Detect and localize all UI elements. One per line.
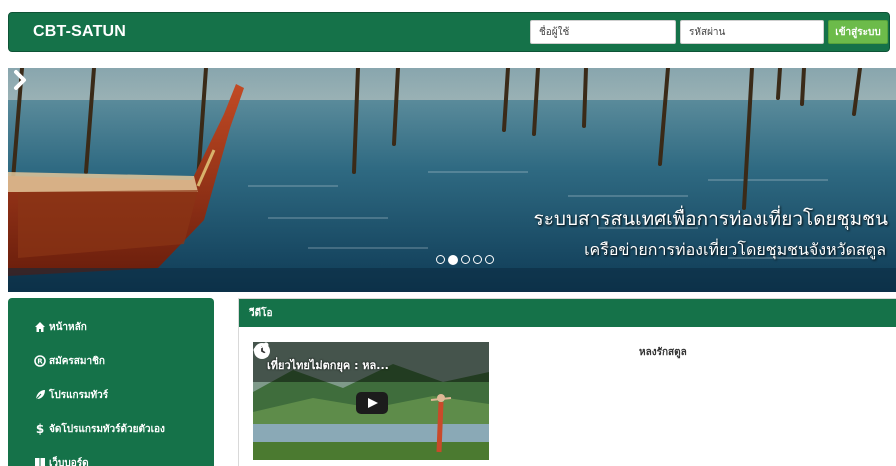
- video-panel: วีดีโอ เที่ยวไทยไม่ตกยุค : หล... หลงรักส…: [238, 298, 896, 466]
- home-icon: [35, 322, 45, 332]
- svg-text:R: R: [37, 358, 43, 366]
- sidebar-item-label: เว็บบอร์ด: [49, 457, 89, 466]
- carousel-indicator-dot[interactable]: [473, 255, 482, 264]
- sidebar-item-home[interactable]: หน้าหลัก: [8, 310, 214, 344]
- video-play-button[interactable]: [356, 392, 388, 414]
- login-button[interactable]: เข้าสู่ระบบ: [828, 20, 888, 44]
- sidebar-item-custom-tour[interactable]: $ จัดโปรแกรมทัวร์ด้วยตัวเอง: [8, 412, 214, 446]
- carousel-indicator-dot[interactable]: [485, 255, 494, 264]
- video-player[interactable]: เที่ยวไทยไม่ตกยุค : หล...: [253, 342, 489, 460]
- carousel-caption-subtitle: เครือข่ายการท่องเที่ยวโดยชุมชนจังหวัดสตู…: [584, 240, 886, 259]
- board-icon: [35, 458, 45, 466]
- login-form: เข้าสู่ระบบ: [530, 20, 888, 44]
- sidebar-item-label: โปรแกรมทัวร์: [49, 389, 109, 401]
- share-icon[interactable]: [253, 342, 269, 358]
- brand-logo-text[interactable]: CBT-SATUN: [33, 23, 126, 41]
- password-input[interactable]: [680, 20, 824, 44]
- sidebar-item-label: จัดโปรแกรมทัวร์ด้วยตัวเอง: [49, 423, 165, 435]
- carousel-caption: ระบบสารสนเทศเพื่อการท่องเที่ยวโดยชุมชน เ…: [478, 206, 889, 262]
- carousel-next-arrow-icon[interactable]: [8, 68, 32, 92]
- video-panel-heading: วีดีโอ: [239, 299, 896, 327]
- sidebar-item-tour-program[interactable]: โปรแกรมทัวร์: [8, 378, 214, 412]
- sidebar-item-label: หน้าหลัก: [49, 321, 87, 333]
- leaf-icon: [34, 390, 45, 401]
- hero-carousel[interactable]: ระบบสารสนเทศเพื่อการท่องเที่ยวโดยชุมชน เ…: [8, 68, 896, 292]
- carousel-caption-title: ระบบสารสนเทศเพื่อการท่องเที่ยวโดยชุมชน: [533, 208, 889, 230]
- username-input[interactable]: [530, 20, 676, 44]
- sidebar-menu: หน้าหลัก R สมัครสมาชิก โปรแกรมทัวร์ $ จั…: [8, 298, 214, 466]
- carousel-indicators: [436, 254, 494, 265]
- sidebar-item-label: สมัครสมาชิก: [49, 355, 105, 367]
- carousel-indicator-dot[interactable]: [436, 255, 445, 264]
- carousel-indicator-dot-active[interactable]: [448, 254, 458, 265]
- sidebar-item-webboard[interactable]: เว็บบอร์ด: [8, 446, 214, 466]
- carousel-indicator-dot[interactable]: [461, 255, 470, 264]
- sidebar-item-register[interactable]: R สมัครสมาชิก: [8, 344, 214, 378]
- register-icon: R: [34, 355, 46, 367]
- video-title[interactable]: เที่ยวไทยไม่ตกยุค : หล...: [267, 356, 389, 374]
- video-description: หลงรักสตูล: [639, 347, 687, 358]
- top-navbar: CBT-SATUN เข้าสู่ระบบ: [8, 12, 890, 52]
- dollar-icon: $: [35, 422, 45, 436]
